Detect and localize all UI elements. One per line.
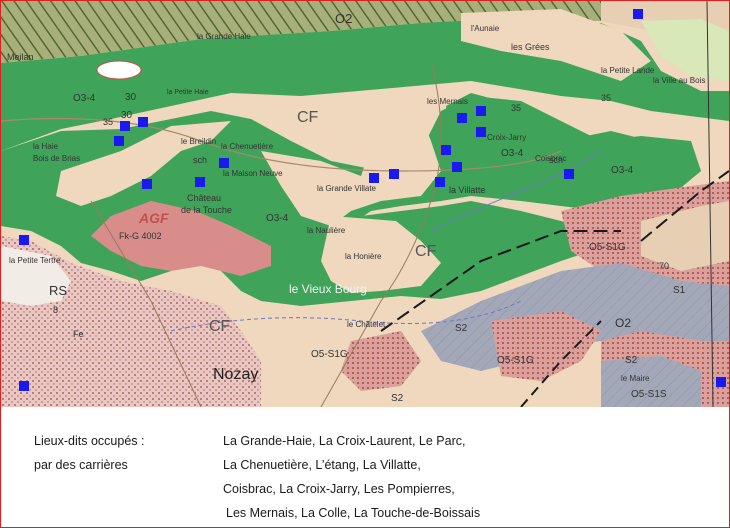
site-marker bbox=[195, 177, 205, 187]
site-marker bbox=[369, 173, 379, 183]
site-marker bbox=[138, 117, 148, 127]
label-ville-au-bois: la Ville au Bois bbox=[653, 76, 705, 85]
label-30b: 30 bbox=[121, 110, 133, 121]
label-les-mernais: les Mernais bbox=[427, 97, 468, 106]
site-marker bbox=[476, 106, 486, 116]
label-fk: Fk-G 4002 bbox=[119, 231, 162, 241]
label-grande-villate: la Grande Villate bbox=[317, 184, 377, 193]
label-rs: RS bbox=[49, 283, 67, 298]
label-les-grees: les Grées bbox=[511, 42, 550, 52]
label-touche: de la Touche bbox=[181, 205, 232, 215]
label-o-2: O2 bbox=[615, 316, 631, 330]
site-marker bbox=[452, 162, 462, 172]
site-marker bbox=[389, 169, 399, 179]
label-petite-tertre: la Petite Tertre bbox=[9, 256, 61, 265]
legend-heading-line1: Lieux-dits occupés : bbox=[34, 434, 145, 448]
label-chenuetiere: la Chenuetière bbox=[221, 142, 274, 151]
label-s2: S2 bbox=[391, 393, 404, 404]
label-s1: S1 bbox=[673, 285, 686, 296]
label-cf-lower: CF bbox=[209, 318, 231, 335]
legend-places-line3: Coisbrac, La Croix-Jarry, Les Pompierres… bbox=[223, 482, 455, 496]
label-70: 70 bbox=[659, 261, 669, 271]
label-croix-jarry: Croix-Jarry bbox=[487, 133, 526, 142]
label-8: 8 bbox=[53, 305, 58, 315]
label-cf-top: CF bbox=[297, 109, 319, 126]
label-s2-b: S2 bbox=[625, 355, 638, 366]
label-o34-far: O3-4 bbox=[611, 165, 634, 176]
site-marker bbox=[564, 169, 574, 179]
label-petite-haie: la Petite Haie bbox=[167, 89, 209, 96]
label-chatelet: le Châtelet bbox=[347, 320, 386, 329]
label-fe: Fe bbox=[73, 329, 84, 339]
label-bois-de-brias: Bois de Brias bbox=[33, 154, 80, 163]
site-marker bbox=[457, 113, 467, 123]
label-o5-s1g-b: O5-S1G bbox=[589, 242, 626, 253]
label-breildin: le Breildin bbox=[181, 137, 216, 146]
label-coisbrac: Coisbrac bbox=[535, 154, 567, 163]
label-vieux-bourg: le Vieux Bourg bbox=[289, 282, 367, 296]
label-sch-1: sch bbox=[193, 155, 207, 165]
label-o5-s1s: O5-S1S bbox=[631, 389, 667, 400]
site-marker bbox=[120, 121, 130, 131]
label-o5-s1g-c: O5-S1G bbox=[497, 355, 534, 366]
legend-places-line2: La Chenuetière, L’étang, La Villatte, bbox=[223, 458, 421, 472]
site-marker bbox=[19, 235, 29, 245]
site-marker bbox=[716, 377, 726, 387]
label-aunaie: l'Aunaie bbox=[471, 24, 500, 33]
label-o34-left: O3-4 bbox=[73, 93, 96, 104]
site-marker bbox=[441, 145, 451, 155]
site-marker bbox=[633, 9, 643, 19]
site-marker bbox=[476, 127, 486, 137]
legend-heading: Lieux-dits occupés : par des carrières bbox=[34, 429, 144, 477]
label-agf: AGF bbox=[138, 210, 169, 226]
label-haie: la Haie bbox=[33, 142, 58, 151]
site-marker bbox=[219, 158, 229, 168]
label-30a: 30 bbox=[125, 92, 137, 103]
label-o34-center: O3-4 bbox=[266, 213, 289, 224]
label-nauliere: la Naulière bbox=[307, 226, 346, 235]
label-o2-top: O2 bbox=[335, 11, 352, 26]
label-meilan: Meilan bbox=[7, 52, 34, 62]
figure-frame: Meilan la Grande Haie O2 O3-4 30 30 la P… bbox=[0, 0, 730, 528]
label-le-maire: le Maire bbox=[621, 374, 650, 383]
white-lens bbox=[96, 60, 142, 80]
label-grande-haie-top: la Grande Haie bbox=[197, 32, 251, 41]
label-35-right: 35 bbox=[511, 103, 521, 113]
site-marker bbox=[114, 136, 124, 146]
site-marker bbox=[435, 177, 445, 187]
legend-places-line4: Les Mernais, La Colle, La Touche-de-Bois… bbox=[226, 506, 481, 520]
legend-places-line1: La Grande-Haie, La Croix-Laurent, Le Par… bbox=[223, 434, 466, 448]
label-s2-c: S2 bbox=[455, 323, 468, 334]
label-35-left: 35 bbox=[103, 117, 113, 127]
label-villatte: la Villatte bbox=[449, 185, 485, 195]
label-honiere: la Honière bbox=[345, 252, 382, 261]
label-cf-center: CF bbox=[415, 243, 437, 260]
label-nozay: Nozay bbox=[213, 366, 258, 383]
label-maison-neuve: la Maison Neuve bbox=[223, 169, 283, 178]
label-chateau: Château bbox=[187, 193, 221, 203]
site-marker bbox=[19, 381, 29, 391]
label-petite-lande: la Petite Lande bbox=[601, 66, 655, 75]
legend-panel: Lieux-dits occupés : par des carrières L… bbox=[1, 407, 531, 527]
geological-map: Meilan la Grande Haie O2 O3-4 30 30 la P… bbox=[1, 1, 729, 407]
legend-place-list: La Grande-Haie, La Croix-Laurent, Le Par… bbox=[223, 429, 480, 525]
site-marker bbox=[142, 179, 152, 189]
label-o5-s1g: O5-S1G bbox=[311, 349, 348, 360]
legend-heading-line2: par des carrières bbox=[34, 458, 128, 472]
label-35-top: 35 bbox=[601, 93, 611, 103]
label-o34-right: O3-4 bbox=[501, 148, 524, 159]
